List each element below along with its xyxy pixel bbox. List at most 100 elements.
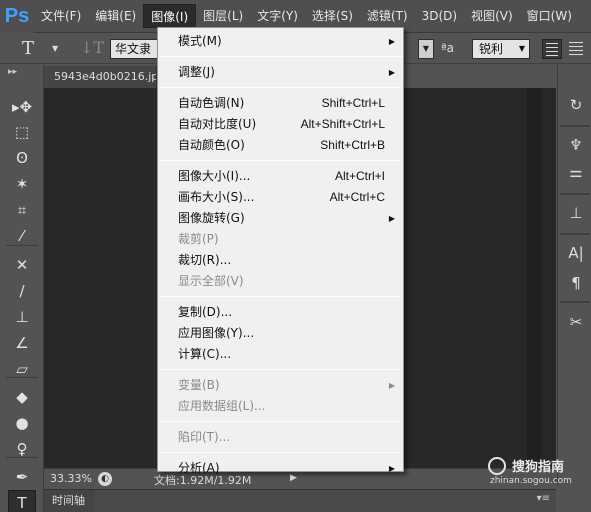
panel-dock: ↻ ♆ ⚌ ⊥ A| ¶ ✂ [557, 65, 591, 485]
menu-item[interactable]: 自动颜色(O) Shift+Ctrl+B [158, 135, 403, 156]
align-center-button[interactable] [566, 39, 586, 59]
marquee-tool-icon[interactable]: ⬚ [8, 120, 36, 144]
menu-7[interactable]: 3D(D) [415, 4, 464, 28]
move-tool-icon[interactable]: ▸✥ [8, 95, 36, 119]
paint-bucket-tool-icon[interactable]: ◆ [8, 385, 36, 409]
menu-item[interactable]: 应用图像(Y)... [158, 323, 403, 344]
menu-4[interactable]: 文字(Y) [250, 4, 305, 28]
toolbar-divider [6, 245, 38, 246]
menu-item[interactable]: 自动色调(N) Shift+Ctrl+L [158, 93, 403, 114]
menu-item-label: 应用数据组(L)... [178, 399, 266, 413]
healing-brush-tool-icon[interactable]: ✕ [8, 253, 36, 277]
menu-item[interactable]: 调整(J) ▶ [158, 62, 403, 83]
dock-divider [560, 193, 590, 195]
dock-divider [560, 233, 590, 235]
menu-item[interactable]: 画布大小(S)... Alt+Ctrl+C [158, 187, 403, 208]
tools-presets-panel-icon[interactable]: ✂ [564, 310, 588, 334]
align-left-button[interactable] [542, 39, 562, 59]
document-tab[interactable]: 5943e4d0b0216.jpg [44, 66, 157, 88]
paragraph-panel-icon[interactable]: ¶ [564, 271, 588, 295]
menu-item-label: 自动色调(N) [178, 96, 245, 110]
brush-panel-icon[interactable]: ♆ [564, 133, 588, 157]
clone-source-panel-icon[interactable]: ⊥ [564, 201, 588, 225]
chevron-down-icon: ▼ [518, 44, 525, 53]
menu-1[interactable]: 编辑(E) [88, 4, 143, 28]
menu-item-label: 自动颜色(O) [178, 138, 245, 152]
menu-item-label: 分析(A) [178, 461, 220, 475]
type-tool-icon[interactable]: T [22, 38, 34, 59]
menu-item[interactable]: 分析(A) ▶ [158, 458, 403, 479]
menu-8[interactable]: 视图(V) [464, 4, 520, 28]
menu-separator [160, 369, 401, 370]
dock-divider [560, 125, 590, 127]
history-brush-tool-icon[interactable]: ∠ [8, 331, 36, 355]
app-logo: Ps [0, 0, 34, 33]
menu-6[interactable]: 滤镜(T) [360, 4, 415, 28]
history-panel-icon[interactable]: ↻ [564, 93, 588, 117]
menu-item[interactable]: 自动对比度(U) Alt+Shift+Ctrl+L [158, 114, 403, 135]
magic-wand-tool-icon[interactable]: ✶ [8, 172, 36, 196]
submenu-arrow-icon: ▶ [388, 464, 395, 473]
submenu-arrow-icon: ▶ [388, 37, 395, 46]
menu-item-label: 自动对比度(U) [178, 117, 257, 131]
tool-preset-caret-icon[interactable]: ▼ [52, 44, 58, 53]
menu-0[interactable]: 文件(F) [34, 4, 88, 28]
type-tool-icon[interactable]: T [8, 490, 36, 512]
zoom-level[interactable]: 33.33% [50, 472, 92, 485]
blur-tool-icon[interactable]: ● [8, 411, 36, 435]
watermark-brand: 搜狗指南 [512, 460, 565, 475]
image-menu-dropdown: 模式(M) ▶ 调整(J) ▶ 自动色调(N) Shift+Ctrl+L 自动对比度(U) A… [157, 27, 404, 475]
menu-item: 变量(B) ▶ [158, 375, 403, 396]
antialias-select[interactable]: 锐利 ▼ [472, 39, 530, 59]
lasso-tool-icon[interactable]: ʘ [8, 146, 36, 170]
toolbar-divider [6, 377, 38, 378]
menu-item-label: 模式(M) [178, 34, 222, 48]
sogou-logo-icon [488, 457, 506, 475]
menu-item-shortcut: Shift+Ctrl+L [321, 96, 385, 110]
menu-item[interactable]: 计算(C)... [158, 344, 403, 365]
menu-item[interactable]: 图像旋转(G) ▶ [158, 208, 403, 229]
menu-item: 裁剪(P) [158, 229, 403, 250]
tools-panel: ▸▸ ▸✥ ⬚ ʘ ✶ ⌗ ⁄ ✕ ∕ ⊥ ∠ ▱ ◆ ● ♀ ✒ T [0, 65, 44, 512]
menu-item-label: 变量(B) [178, 378, 220, 392]
menu-item[interactable]: 模式(M) ▶ [158, 31, 403, 52]
menu-3[interactable]: 图层(L) [196, 4, 250, 28]
menu-item-label: 图像大小(I)... [178, 169, 251, 183]
collapse-panel-icon[interactable]: ▸▸ [8, 67, 17, 77]
pen-tool-icon[interactable]: ✒ [8, 465, 36, 489]
character-panel-icon[interactable]: A| [564, 241, 588, 265]
font-family-select[interactable]: 华文隶书 [110, 39, 162, 59]
menu-9[interactable]: 窗口(W) [520, 4, 579, 28]
timeline-tab[interactable]: 时间轴 [44, 490, 94, 512]
dock-divider [560, 301, 590, 303]
menu-item-label: 调整(J) [178, 65, 215, 79]
menu-separator [160, 452, 401, 453]
vertical-type-orientation-icon[interactable]: ↓T [80, 38, 104, 57]
submenu-arrow-icon: ▶ [388, 381, 395, 390]
menu-item[interactable]: 图像大小(I)... Alt+Ctrl+I [158, 166, 403, 187]
menu-separator [160, 56, 401, 57]
menu-2[interactable]: 图像(I) [143, 4, 197, 28]
panel-menu-icon[interactable]: ▾≡ [537, 493, 550, 504]
antialias-icon: ªa [441, 41, 455, 55]
menu-item[interactable]: 裁切(R)... [158, 250, 403, 271]
watermark-url: zhinan.sogou.com [490, 476, 572, 486]
menu-separator [160, 87, 401, 88]
adjustments-panel-icon[interactable]: ⚌ [564, 160, 588, 184]
status-info-icon[interactable]: ◐ [98, 472, 112, 486]
brush-tool-icon[interactable]: ∕ [8, 279, 36, 303]
toolbar-divider [6, 457, 38, 458]
crop-tool-icon[interactable]: ⌗ [8, 198, 36, 222]
clone-stamp-tool-icon[interactable]: ⊥ [8, 305, 36, 329]
menu-item[interactable]: 复制(D)... [158, 302, 403, 323]
menu-5[interactable]: 选择(S) [305, 4, 360, 28]
menu-item-label: 图像旋转(G) [178, 211, 245, 225]
menu-item-label: 裁切(R)... [178, 253, 232, 267]
antialias-value: 锐利 [479, 42, 504, 56]
font-size-dropdown-icon[interactable]: ▼ [418, 39, 434, 59]
menu-separator [160, 160, 401, 161]
vertical-scrollbar[interactable] [527, 88, 541, 468]
timeline-panel: 时间轴 ▾≡ [44, 489, 556, 512]
menu-separator [160, 296, 401, 297]
menu-item-label: 画布大小(S)... [178, 190, 255, 204]
